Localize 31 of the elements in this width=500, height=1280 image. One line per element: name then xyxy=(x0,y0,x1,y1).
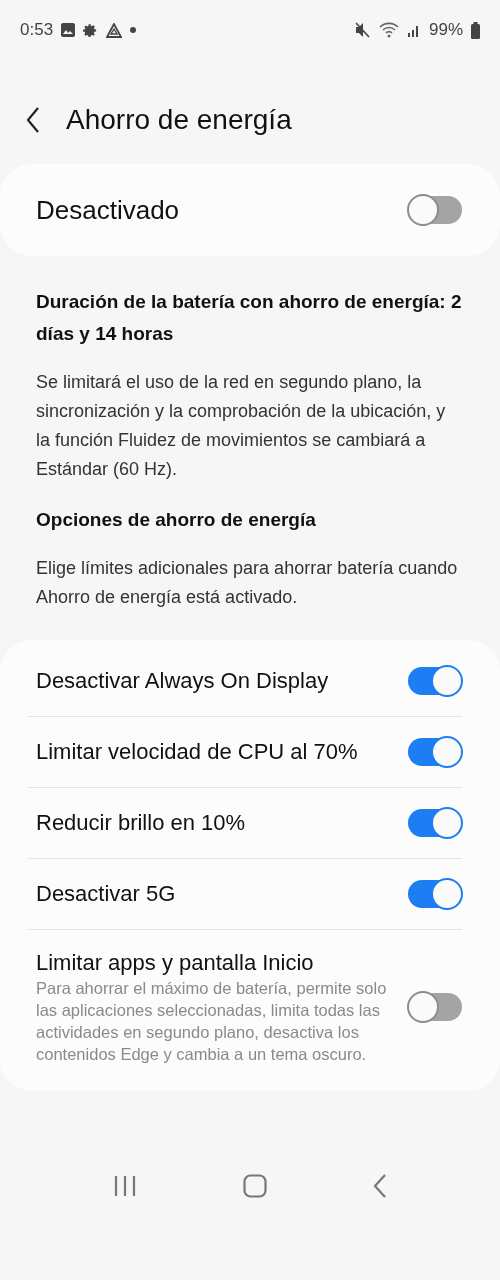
status-time: 0:53 xyxy=(20,20,54,40)
option-description: Para ahorrar el máximo de batería, permite solo las aplicaciones seleccionadas, limita todas las actividades en segundo plano, desactiva los contenidos Edge y cambia a un tema oscuro. xyxy=(36,978,388,1065)
toggle-switch[interactable] xyxy=(408,992,462,1021)
option-label: Desactivar 5G xyxy=(36,880,177,908)
option-label: Reducir brillo en 10% xyxy=(36,809,247,837)
toggle-switch[interactable] xyxy=(408,879,462,908)
toggle-switch[interactable] xyxy=(408,737,462,766)
description-text: Se limitará el uso de la red en segundo plano, la sincronización y la comprobación de la ubicación, y la función Fluidez de movimientos se cambiará a Estándar (60 Hz). xyxy=(36,371,447,481)
home-icon[interactable] xyxy=(243,1173,267,1198)
dot-icon xyxy=(130,27,137,33)
image-icon xyxy=(61,23,76,37)
battery-icon xyxy=(471,21,480,39)
option-label: Limitar apps y pantalla Inicio xyxy=(36,949,315,977)
toggle-switch[interactable] xyxy=(408,808,462,837)
back-icon[interactable] xyxy=(26,107,40,133)
battery-duration: Duración de la batería con ahorro de energía: 2 días y 14 horas xyxy=(36,290,463,346)
section-heading: Opciones de ahorro de energía xyxy=(36,508,317,532)
battery-percent: 99% xyxy=(428,20,463,40)
signal-icon xyxy=(406,23,421,37)
toggle-switch[interactable] xyxy=(408,666,462,695)
option-label: Limitar velocidad de CPU al 70% xyxy=(36,738,359,766)
toggle-switch[interactable] xyxy=(408,196,462,224)
recent-apps-icon[interactable] xyxy=(113,1174,137,1197)
mute-icon xyxy=(354,22,371,38)
wifi-icon xyxy=(378,22,399,38)
master-label: Desactivado xyxy=(36,194,180,226)
gear-icon xyxy=(83,22,99,38)
section-description: Elige límites adicionales para ahorrar batería cuando Ahorro de energía está activado. xyxy=(36,557,459,609)
option-label: Desactivar Always On Display xyxy=(36,667,330,695)
triangle-icon xyxy=(106,22,123,38)
page-title: Ahorro de energía xyxy=(66,104,292,136)
